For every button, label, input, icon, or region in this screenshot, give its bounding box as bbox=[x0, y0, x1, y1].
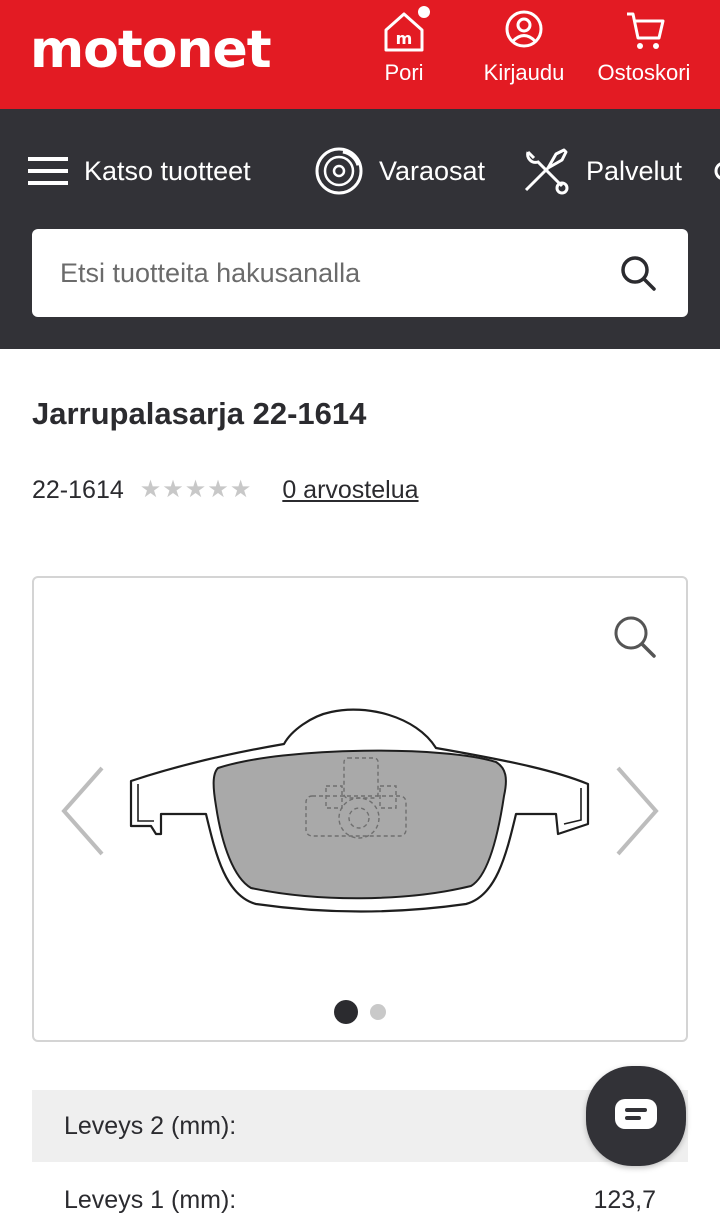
store-home-icon: m bbox=[384, 6, 430, 52]
spec-value: 123,7 bbox=[593, 1185, 656, 1214]
nav-parts-label: Varaosat bbox=[379, 155, 486, 186]
spec-label: Leveys 1 (mm): bbox=[64, 1185, 237, 1214]
cart-label: Ostoskori bbox=[597, 60, 691, 85]
search-input[interactable] bbox=[60, 257, 616, 289]
chat-icon bbox=[615, 1099, 657, 1129]
star-icon: ★ bbox=[207, 476, 229, 503]
nav-products-label: Katso tuotteet bbox=[84, 155, 251, 186]
brake-pad-image bbox=[129, 708, 590, 913]
chevron-right-icon bbox=[616, 766, 659, 856]
gallery-dot-active[interactable] bbox=[334, 1000, 358, 1024]
main-nav: Katso tuotteet Varaosat Palvelut bbox=[0, 109, 720, 349]
search-button[interactable] bbox=[616, 251, 660, 295]
star-icon: ★ bbox=[162, 476, 184, 503]
nav-products-button[interactable]: Katso tuotteet bbox=[28, 143, 251, 199]
product-gallery bbox=[32, 576, 688, 1042]
spec-label: Leveys 2 (mm): bbox=[64, 1111, 237, 1140]
product-meta: 22-1614 ★ ★ ★ ★ ★ 0 arvostelua bbox=[32, 472, 419, 508]
top-header: motonet m Pori Kirjaudu Ostoskori bbox=[0, 0, 720, 109]
zoom-button[interactable] bbox=[612, 614, 658, 665]
overflow-icon bbox=[714, 162, 720, 180]
star-icon: ★ bbox=[229, 476, 252, 503]
chevron-left-icon bbox=[61, 766, 104, 856]
zoom-icon bbox=[614, 616, 656, 658]
gallery-dot[interactable] bbox=[370, 1004, 386, 1020]
login-button[interactable]: Kirjaudu bbox=[476, 6, 572, 86]
gallery-next-button[interactable] bbox=[612, 766, 662, 861]
svg-text:m: m bbox=[396, 29, 413, 48]
nav-parts-button[interactable]: Varaosat bbox=[313, 143, 485, 199]
login-label: Kirjaudu bbox=[483, 60, 565, 85]
nav-services-label: Palvelut bbox=[586, 155, 683, 186]
search-icon bbox=[621, 256, 656, 291]
chat-button[interactable] bbox=[586, 1066, 686, 1166]
store-label: Pori bbox=[384, 60, 424, 85]
reviews-link[interactable]: 0 arvostelua bbox=[282, 476, 418, 505]
star-icon: ★ bbox=[139, 476, 162, 503]
tools-icon bbox=[524, 148, 569, 195]
star-icon: ★ bbox=[184, 476, 207, 503]
store-selector-button[interactable]: m Pori bbox=[370, 6, 438, 86]
cart-button[interactable]: Ostoskori bbox=[590, 6, 698, 86]
gallery-prev-button[interactable] bbox=[58, 766, 108, 861]
nav-more-item[interactable] bbox=[712, 143, 720, 199]
motonet-logo[interactable]: motonet bbox=[30, 22, 272, 78]
menu-icon bbox=[28, 157, 68, 185]
nav-services-button[interactable]: Palvelut bbox=[518, 143, 682, 199]
gallery-pagination bbox=[34, 1000, 686, 1024]
product-title: Jarrupalasarja 22-1614 bbox=[32, 396, 367, 431]
user-icon bbox=[505, 10, 543, 48]
rating-stars: ★ ★ ★ ★ ★ bbox=[140, 478, 253, 502]
search-bar bbox=[32, 229, 688, 317]
product-code: 22-1614 bbox=[32, 475, 124, 504]
spec-row: Leveys 1 (mm): 123,7 bbox=[32, 1164, 688, 1223]
cart-icon bbox=[627, 12, 665, 49]
brake-disc-icon bbox=[315, 147, 363, 195]
